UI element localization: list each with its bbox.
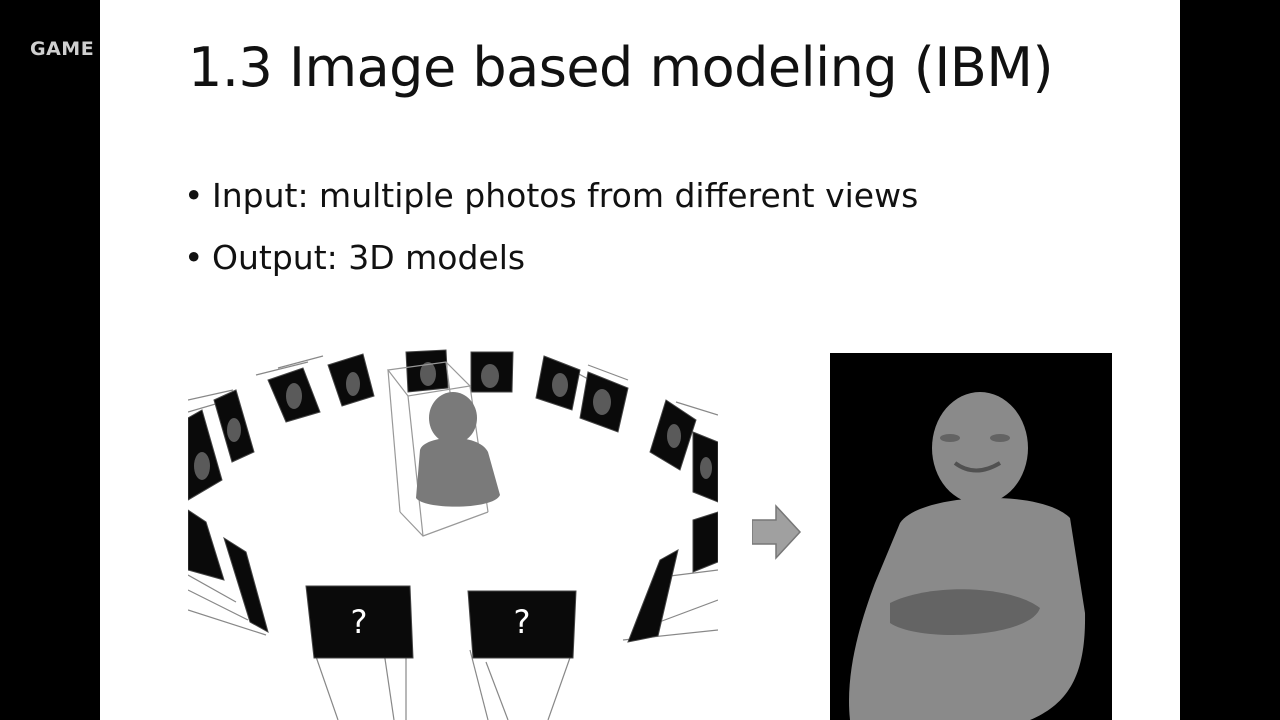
multi-view-camera-figure: ? ? <box>188 349 718 720</box>
watermark: GAME <box>30 38 95 60</box>
statue-model <box>416 392 500 507</box>
bullet-item-output: • Output: 3D models <box>184 232 918 294</box>
bullet-dot-icon: • <box>184 176 204 215</box>
question-mark-right: ? <box>514 603 531 641</box>
right-arrow-icon <box>752 504 802 560</box>
bullet-list: • Input: multiple photos from different v… <box>184 170 918 294</box>
reconstructed-3d-model <box>830 353 1112 720</box>
question-mark-left: ? <box>351 603 368 641</box>
bullet-text-input: Input: multiple photos from different vi… <box>212 176 919 215</box>
bullet-dot-icon: • <box>184 238 204 277</box>
bullet-text-output: Output: 3D models <box>212 238 526 277</box>
slide-title: 1.3 Image based modeling (IBM) <box>188 36 1054 99</box>
bullet-item-input: • Input: multiple photos from different v… <box>184 170 918 232</box>
slide: 1.3 Image based modeling (IBM) • Input: m… <box>100 0 1180 720</box>
